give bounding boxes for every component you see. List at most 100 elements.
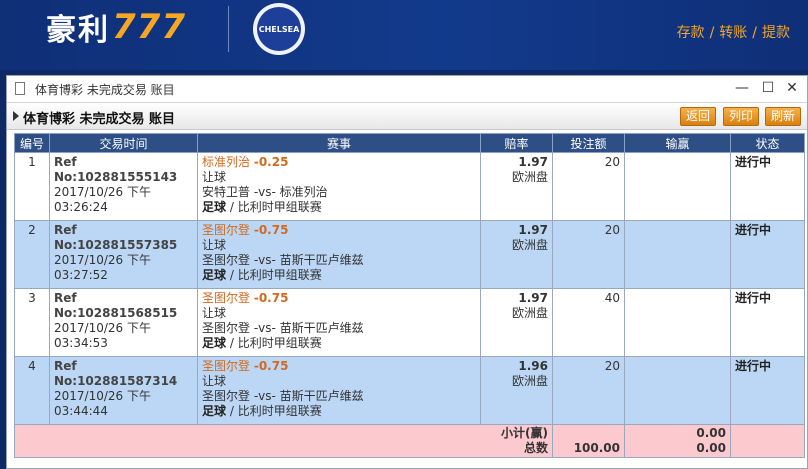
- summary-stake: 100.00: [552, 424, 625, 458]
- row-event-cell: 圣图尔登 -0.75 让球 圣图尔登 -vs- 苗斯干匹卢维兹 足球 / 比利时甲组联…: [197, 356, 481, 425]
- report-title: 体育博彩 未完成交易 账目: [23, 112, 176, 127]
- refresh-button[interactable]: 刷新: [765, 107, 802, 126]
- window-title: 体育博彩 未完成交易 账目: [35, 83, 175, 97]
- window-titlebar: 体育博彩 未完成交易 账目 — ☐ ✕: [7, 76, 807, 103]
- subtotal-winloss: 0.00: [696, 426, 726, 440]
- link-separator: /: [752, 25, 757, 41]
- odds-value: 1.97: [518, 155, 548, 169]
- row-event-cell: 圣图尔登 -0.75 让球 圣图尔登 -vs- 苗斯干匹卢维兹 足球 / 比利时甲组联…: [197, 288, 481, 357]
- match-name: 圣图尔登 -vs- 苗斯干匹卢维兹: [202, 321, 364, 335]
- row-odds-cell: 1.97 欧洲盘: [480, 288, 553, 357]
- table-row: 4 Ref No:102881587314 2017/10/26 下午 03:44…: [14, 356, 805, 425]
- total-stake: 100.00: [573, 441, 620, 455]
- row-no: 1: [14, 152, 50, 221]
- deposit-link[interactable]: 存款: [677, 25, 705, 41]
- withdraw-link[interactable]: 提款: [762, 25, 790, 41]
- handicap: -0.75: [253, 291, 289, 305]
- row-status: 进行中: [730, 356, 805, 425]
- row-time-cell: Ref No:102881568515 2017/10/26 下午 03:34:5…: [49, 288, 198, 357]
- logo-text: 豪利: [46, 13, 110, 48]
- table-header-row: 编号 交易时间 赛事 赔率 投注额 输赢 状态: [14, 133, 805, 153]
- bet-type: 让球: [202, 306, 227, 320]
- transfer-link[interactable]: 转账: [719, 25, 747, 41]
- table-row: 1 Ref No:102881555143 2017/10/26 下午 03:26…: [14, 152, 805, 221]
- account-links: 存款 / 转账 / 提款: [677, 22, 790, 42]
- row-stake: 20: [552, 220, 625, 289]
- row-odds-cell: 1.97 欧洲盘: [480, 220, 553, 289]
- row-no: 3: [14, 288, 50, 357]
- row-winloss: [624, 356, 731, 425]
- row-odds-cell: 1.96 欧洲盘: [480, 356, 553, 425]
- selected-team: 圣图尔登: [202, 359, 251, 373]
- odds-type: 欧洲盘: [511, 306, 548, 320]
- total-label: 总数: [523, 441, 548, 455]
- odds-type: 欧洲盘: [511, 374, 548, 388]
- league: / 比利时甲组联赛: [226, 268, 322, 282]
- close-button[interactable]: ✕: [783, 79, 801, 97]
- match-name: 安特卫普 -vs- 标准列治: [202, 185, 328, 199]
- row-status: 进行中: [730, 152, 805, 221]
- league: / 比利时甲组联赛: [226, 404, 322, 418]
- row-no: 4: [14, 356, 50, 425]
- row-time-cell: Ref No:102881557385 2017/10/26 下午 03:27:5…: [49, 220, 198, 289]
- col-header-stake: 投注额: [552, 133, 625, 153]
- row-status: 进行中: [730, 220, 805, 289]
- odds-type: 欧洲盘: [511, 170, 548, 184]
- table-row: 2 Ref No:102881557385 2017/10/26 下午 03:27…: [14, 220, 805, 289]
- row-no: 2: [14, 220, 50, 289]
- report-header: 体育博彩 未完成交易 账目 返回 列印 刷新: [7, 103, 807, 130]
- col-header-event: 赛事: [197, 133, 481, 153]
- total-winloss: 0.00: [696, 441, 726, 455]
- print-button[interactable]: 列印: [723, 107, 760, 126]
- summary-status: [730, 424, 805, 458]
- row-time-cell: Ref No:102881555143 2017/10/26 下午 03:26:2…: [49, 152, 198, 221]
- sport: 足球: [202, 200, 227, 214]
- handicap: -0.75: [253, 223, 289, 237]
- row-event-cell: 圣图尔登 -0.75 让球 圣图尔登 -vs- 苗斯干匹卢维兹 足球 / 比利时甲组联…: [197, 220, 481, 289]
- link-separator: /: [709, 25, 715, 41]
- bet-time: 2017/10/26 下午 03:34:53: [54, 321, 151, 350]
- odds-value: 1.97: [518, 223, 548, 237]
- bet-time: 2017/10/26 下午 03:26:24: [54, 185, 151, 214]
- sport: 足球: [202, 336, 227, 350]
- col-header-winloss: 输赢: [624, 133, 731, 153]
- crest-label: CHELSEA: [257, 7, 301, 51]
- table-row: 3 Ref No:102881568515 2017/10/26 下午 03:34…: [14, 288, 805, 357]
- maximize-button[interactable]: ☐: [759, 79, 777, 97]
- odds-value: 1.96: [518, 359, 548, 373]
- league: / 比利时甲组联赛: [226, 336, 322, 350]
- header-divider: [228, 6, 229, 52]
- col-header-status: 状态: [730, 133, 805, 153]
- site-logo[interactable]: 豪利 777: [46, 7, 186, 48]
- handicap: -0.25: [253, 155, 289, 169]
- minimize-button[interactable]: —: [733, 79, 751, 97]
- summary-winloss: 0.00 0.00: [624, 424, 731, 458]
- row-event-cell: 标准列治 -0.25 让球 安特卫普 -vs- 标准列治 足球 / 比利时甲组联赛: [197, 152, 481, 221]
- ref-number: Ref No:102881557385: [54, 223, 178, 252]
- sport: 足球: [202, 268, 227, 282]
- bet-table: 编号 交易时间 赛事 赔率 投注额 输赢 状态 1 Ref No:1028815…: [14, 133, 805, 458]
- row-stake: 40: [552, 288, 625, 357]
- row-time-cell: Ref No:102881587314 2017/10/26 下午 03:44:4…: [49, 356, 198, 425]
- row-winloss: [624, 220, 731, 289]
- bet-type: 让球: [202, 374, 227, 388]
- ref-number: Ref No:102881555143: [54, 155, 178, 184]
- match-name: 圣图尔登 -vs- 苗斯干匹卢维兹: [202, 253, 364, 267]
- odds-value: 1.97: [518, 291, 548, 305]
- subtotal-stake: [557, 426, 620, 441]
- row-winloss: [624, 152, 731, 221]
- handicap: -0.75: [253, 359, 289, 373]
- site-header: 豪利 777 CHELSEA 存款 / 转账 / 提款: [0, 0, 808, 70]
- document-icon: [15, 82, 25, 95]
- summary-labels: 小计(赢) 总数: [14, 424, 553, 458]
- ref-number: Ref No:102881568515: [54, 291, 178, 320]
- bet-type: 让球: [202, 170, 227, 184]
- league: / 比利时甲组联赛: [226, 200, 322, 214]
- match-name: 圣图尔登 -vs- 苗斯干匹卢维兹: [202, 389, 364, 403]
- back-button[interactable]: 返回: [680, 107, 717, 126]
- row-winloss: [624, 288, 731, 357]
- chelsea-crest-icon: CHELSEA: [253, 3, 305, 55]
- ref-number: Ref No:102881587314: [54, 359, 178, 388]
- bet-type: 让球: [202, 238, 227, 252]
- popup-window: 体育博彩 未完成交易 账目 — ☐ ✕ 体育博彩 未完成交易 账目 返回 列印 …: [6, 75, 808, 469]
